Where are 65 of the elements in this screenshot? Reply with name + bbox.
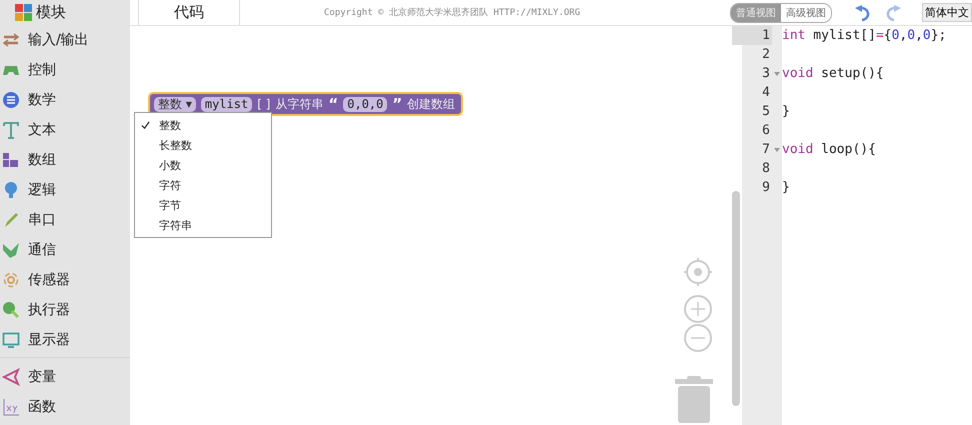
variable-field[interactable]: mylist bbox=[200, 96, 252, 112]
line-number: 3 bbox=[761, 65, 771, 83]
block-text: [ ] bbox=[257, 97, 270, 111]
recenter-icon[interactable] bbox=[683, 257, 713, 287]
create-array-block[interactable]: 整数 ▾ mylist [ ] 从字符串 “ 0,0,0 ” 创建数组 bbox=[150, 94, 462, 114]
category-item[interactable]: 串口 bbox=[0, 205, 130, 235]
code-line: int mylist[]={0,0,0}; bbox=[782, 28, 946, 43]
category-item[interactable]: 数学 bbox=[0, 85, 130, 115]
code-tab[interactable]: 代码 bbox=[138, 0, 240, 25]
menu-item[interactable]: 字符串 bbox=[159, 218, 192, 232]
trash-icon[interactable] bbox=[675, 375, 713, 423]
line-number: 2 bbox=[761, 46, 771, 64]
block-text: 从字符串 bbox=[275, 96, 324, 112]
sensor-icon bbox=[2, 271, 20, 289]
fold-icon[interactable] bbox=[774, 148, 780, 152]
pen-icon bbox=[2, 211, 20, 229]
category-item[interactable]: 输入/输出 bbox=[0, 25, 130, 55]
category-item[interactable]: 变量 bbox=[0, 362, 130, 392]
actuator-icon bbox=[2, 301, 20, 319]
copyright-text: Copyright © 北京师范大学米思齐团队 HTTP://MIXLY.ORG bbox=[324, 6, 580, 19]
zoom-out-icon[interactable] bbox=[683, 323, 713, 353]
monitor-icon bbox=[2, 331, 20, 349]
category-item[interactable]: 传感器 bbox=[0, 265, 130, 295]
triangle-icon bbox=[2, 368, 20, 386]
puzzle-icon bbox=[14, 2, 34, 22]
menu-item[interactable]: 字节 bbox=[159, 198, 181, 212]
sidebar-title: 模块 bbox=[36, 3, 66, 22]
line-number: 4 bbox=[761, 84, 771, 102]
menu-item[interactable]: 字符 bbox=[159, 178, 181, 192]
category-item[interactable]: 逻辑 bbox=[0, 175, 130, 205]
blocks-icon bbox=[2, 151, 20, 169]
line-number: 9 bbox=[761, 179, 771, 197]
code-line: void setup(){ bbox=[782, 66, 884, 81]
line-number: 6 bbox=[761, 122, 771, 140]
code-line: void loop(){ bbox=[782, 142, 876, 157]
line-number: 8 bbox=[761, 160, 771, 178]
code-line: } bbox=[782, 180, 790, 195]
category-item[interactable]: 执行器 bbox=[0, 295, 130, 325]
line-number: 7 bbox=[761, 141, 771, 159]
menu-item[interactable]: 整数 bbox=[159, 118, 181, 132]
menu-item[interactable]: 长整数 bbox=[159, 138, 192, 152]
string-field[interactable]: 0,0,0 bbox=[343, 96, 388, 112]
fold-icon[interactable] bbox=[774, 72, 780, 76]
category-item[interactable]: 函数 bbox=[0, 392, 130, 422]
category-item[interactable]: 显示器 bbox=[0, 325, 130, 355]
category-item[interactable]: 数组 bbox=[0, 145, 130, 175]
zoom-in-icon[interactable] bbox=[683, 294, 713, 324]
function-icon bbox=[2, 398, 20, 416]
letter-t-icon bbox=[2, 121, 20, 139]
block-text: 创建数组 bbox=[407, 96, 456, 112]
math-icon bbox=[2, 91, 20, 109]
category-item[interactable]: 文本 bbox=[0, 115, 130, 145]
category-item[interactable]: 通信 bbox=[0, 235, 130, 265]
line-number: 1 bbox=[732, 26, 772, 45]
line-number: 5 bbox=[761, 103, 771, 121]
scrollbar[interactable] bbox=[732, 191, 740, 406]
quote-mark: “ bbox=[328, 95, 338, 113]
menu-item[interactable]: 小数 bbox=[159, 158, 181, 172]
arrows-icon bbox=[2, 31, 20, 49]
bulb-icon bbox=[2, 181, 20, 199]
language-button[interactable]: 简体中文 bbox=[922, 3, 972, 22]
code-line: } bbox=[782, 104, 790, 119]
quote-mark: ” bbox=[392, 95, 402, 113]
type-dropdown[interactable]: 整数 ▾ bbox=[154, 96, 196, 112]
category-item[interactable]: 控制 bbox=[0, 55, 130, 85]
